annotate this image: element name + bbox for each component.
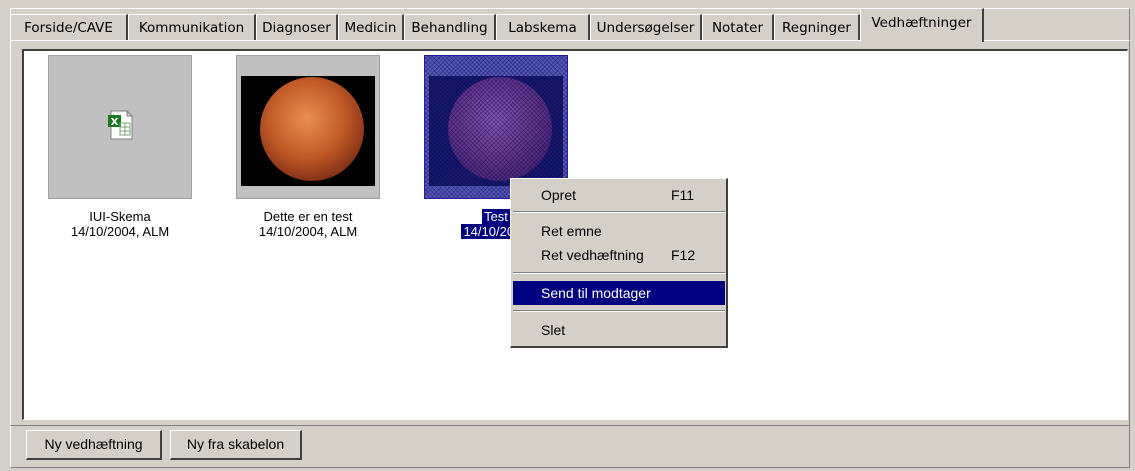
new-from-template-button[interactable]: Ny fra skabelon (170, 430, 302, 460)
tab-kommunikation[interactable]: Kommunikation (128, 14, 256, 40)
menu-item-slet[interactable]: Slet (513, 318, 725, 342)
menu-item-label: Opret (541, 187, 577, 203)
attachment-title: IUI-Skema (89, 209, 151, 224)
menu-item-label: Send til modtager (541, 285, 651, 301)
tab-diagnoser[interactable]: Diagnoser (256, 14, 338, 40)
menu-item-send-til-modtager[interactable]: Send til modtager (513, 281, 725, 305)
tab-medicin[interactable]: Medicin (338, 14, 404, 40)
tab-forside-cave[interactable]: Forside/CAVE (10, 14, 128, 40)
context-menu: Opret F11 Ret emne Ret vedhæftning F12 S… (510, 178, 728, 348)
menu-separator (513, 310, 725, 312)
attachment-title: Test (482, 209, 510, 224)
menu-item-ret-vedhaeftning[interactable]: Ret vedhæftning F12 (513, 243, 725, 267)
tab-undersogelser[interactable]: Undersøgelser (590, 14, 702, 40)
tab-notater[interactable]: Notater (702, 14, 774, 40)
endoscopy-image (260, 77, 364, 181)
menu-separator (513, 272, 725, 274)
menu-item-opret[interactable]: Opret F11 (513, 183, 725, 207)
menu-item-shortcut: F11 (671, 187, 695, 203)
tab-labskema[interactable]: Labskema (496, 14, 590, 40)
attachment-caption: Dette er en test 14/10/2004, ALM (223, 209, 393, 239)
excel-file-icon: X (108, 109, 134, 140)
menu-item-label: Ret emne (541, 223, 602, 239)
tab-strip: Forside/CAVE Kommunikation Diagnoser Med… (10, 8, 1120, 42)
attachment-title: Dette er en test (263, 209, 353, 224)
attachment-thumbnail[interactable] (236, 55, 380, 199)
menu-item-label: Slet (541, 322, 566, 338)
tab-behandling[interactable]: Behandling (404, 14, 496, 40)
menu-item-ret-emne[interactable]: Ret emne (513, 219, 725, 243)
menu-item-label: Ret vedhæftning (541, 247, 644, 263)
attachment-meta: 14/10/2004, ALM (70, 224, 170, 239)
image-frame (241, 76, 375, 186)
selection-overlay (425, 56, 567, 198)
menu-separator (513, 211, 725, 213)
menu-item-shortcut: F12 (671, 247, 696, 263)
svg-text:X: X (111, 117, 119, 128)
new-attachment-button[interactable]: Ny vedhæftning (26, 430, 162, 460)
attachment-caption: IUI-Skema 14/10/2004, ALM (35, 209, 205, 239)
attachment-meta: 14/10/2004, ALM (258, 224, 358, 239)
attachment-thumbnail[interactable]: X (48, 55, 192, 199)
tab-regninger[interactable]: Regninger (774, 14, 860, 40)
tab-vedhaeftninger[interactable]: Vedhæftninger (860, 8, 984, 42)
